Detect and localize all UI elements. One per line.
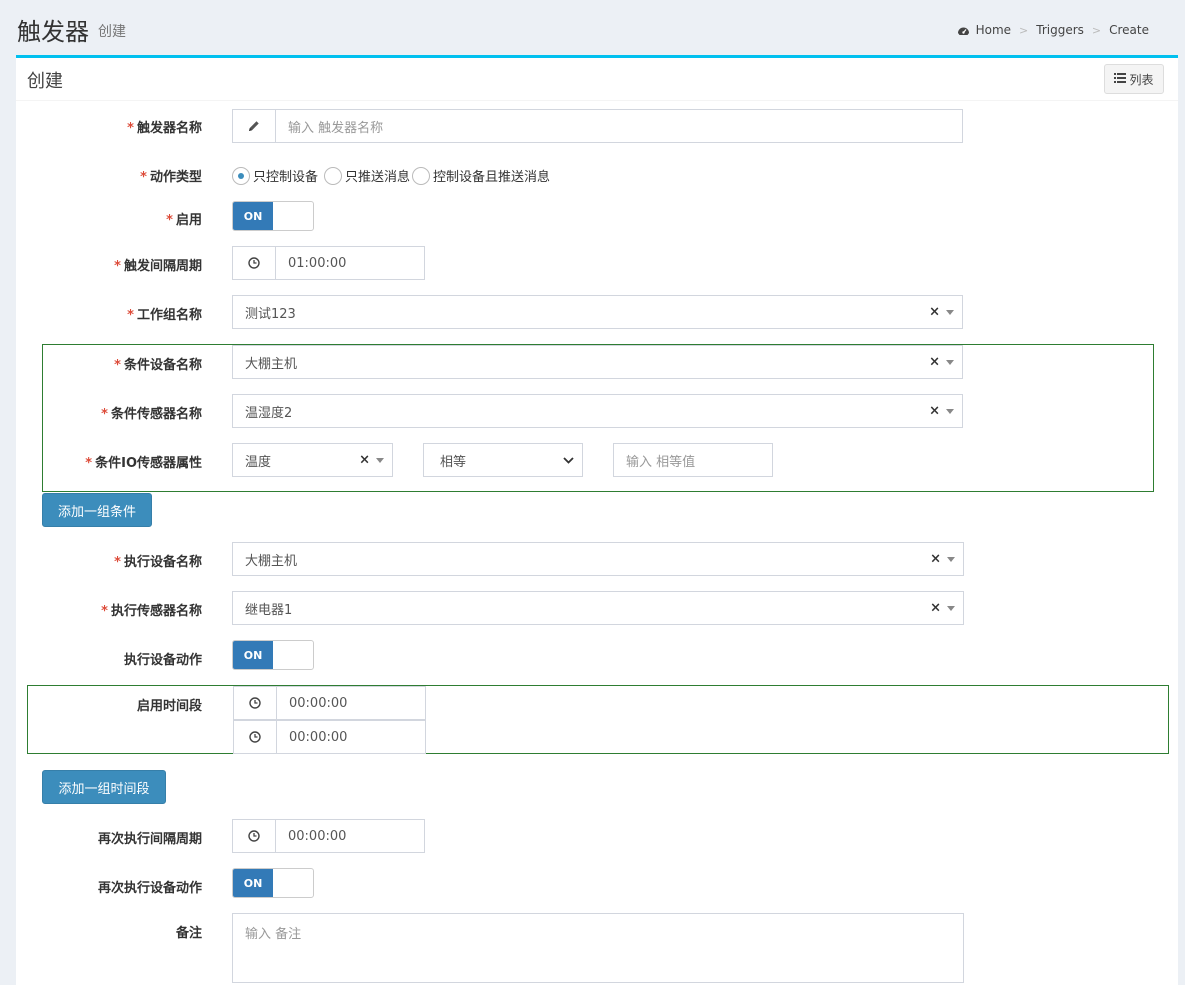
chevron-down-icon	[563, 453, 574, 468]
chevron-down-icon	[376, 458, 384, 463]
radio-label: 控制设备且推送消息	[433, 170, 551, 185]
exec-device-select[interactable]: 大棚主机 ×	[232, 542, 964, 576]
re-interval-label: 再次执行间隔周期	[97, 832, 202, 847]
clear-icon[interactable]: ×	[929, 305, 940, 320]
time-range-start-input[interactable]: 00:00:00	[233, 686, 426, 720]
exec-action-toggle[interactable]: ON	[232, 640, 314, 670]
exec-sensor-select[interactable]: 继电器1 ×	[232, 591, 964, 625]
condition-io-attr-value: 温度	[245, 454, 272, 470]
clock-icon	[233, 820, 276, 852]
exec-sensor-label: * 执行传感器名称	[101, 604, 202, 619]
clear-icon[interactable]: ×	[930, 601, 941, 616]
condition-sensor-select[interactable]: 温湿度2 ×	[232, 394, 963, 428]
page-title: 触发器	[17, 18, 89, 46]
clear-icon[interactable]: ×	[929, 355, 940, 370]
clock-icon	[233, 247, 276, 279]
chevron-down-icon	[947, 606, 955, 611]
clear-icon[interactable]: ×	[359, 453, 370, 468]
time-range-end-input[interactable]: 00:00:00	[233, 720, 426, 754]
condition-device-label: * 条件设备名称	[114, 358, 202, 373]
exec-device-label: * 执行设备名称	[114, 555, 202, 570]
enabled-toggle[interactable]: ON	[232, 201, 314, 231]
condition-io-label: * 条件IO传感器属性	[85, 456, 202, 471]
list-button-label: 列表	[1129, 72, 1154, 87]
page-subtitle: 创建	[98, 24, 126, 40]
add-time-range-button[interactable]: 添加一组时间段	[42, 770, 166, 804]
time-range-start-value: 00:00:00	[289, 695, 348, 711]
clear-icon[interactable]: ×	[929, 404, 940, 419]
list-icon	[1114, 72, 1127, 86]
radio-push-only[interactable]	[324, 166, 343, 185]
breadcrumb-create: Create	[1109, 23, 1149, 37]
re-action-label: 再次执行设备动作	[97, 881, 202, 896]
box-title: 创建	[27, 71, 63, 92]
workgroup-select[interactable]: 测试123 ×	[232, 295, 963, 329]
workgroup-value: 测试123	[245, 306, 296, 322]
breadcrumb-separator: >	[1019, 23, 1029, 37]
breadcrumb-separator: >	[1091, 23, 1102, 37]
re-interval-value: 00:00:00	[288, 828, 347, 844]
remark-textarea[interactable]: 输入 备注	[232, 913, 964, 983]
toggle-on-label: ON	[233, 202, 273, 230]
exec-device-value: 大棚主机	[245, 553, 298, 569]
trigger-name-label: * 触发器名称	[127, 121, 202, 136]
chevron-down-icon	[946, 310, 954, 315]
clock-icon	[234, 721, 277, 753]
time-range-end-value: 00:00:00	[289, 729, 348, 745]
condition-compare-input[interactable]: 输入 相等值	[613, 443, 773, 477]
condition-operator-value: 相等	[440, 454, 467, 470]
chevron-down-icon	[947, 557, 955, 562]
re-interval-input[interactable]: 00:00:00	[232, 819, 425, 853]
toggle-on-label: ON	[233, 869, 273, 897]
condition-sensor-value: 温湿度2	[245, 405, 293, 421]
interval-input[interactable]: 01:00:00	[232, 246, 425, 280]
re-action-toggle[interactable]: ON	[232, 868, 314, 898]
workgroup-label: * 工作组名称	[127, 308, 202, 323]
condition-device-select[interactable]: 大棚主机 ×	[232, 345, 963, 379]
chevron-down-icon	[946, 409, 954, 414]
clock-icon	[234, 687, 277, 719]
remark-placeholder: 输入 备注	[245, 927, 302, 942]
trigger-name-placeholder: 输入 触发器名称	[288, 120, 384, 136]
breadcrumb: Home > Triggers > Create	[957, 23, 1149, 37]
toggle-on-label: ON	[233, 641, 273, 669]
pencil-icon	[233, 110, 276, 142]
breadcrumb-home[interactable]: Home	[976, 23, 1011, 37]
condition-device-value: 大棚主机	[245, 356, 298, 372]
condition-sensor-label: * 条件传感器名称	[101, 407, 202, 422]
breadcrumb-triggers[interactable]: Triggers	[1036, 23, 1084, 37]
time-range-label: 启用时间段	[136, 699, 202, 714]
chevron-down-icon	[946, 360, 954, 365]
condition-io-attr-select[interactable]: 温度 ×	[232, 443, 393, 477]
interval-value: 01:00:00	[288, 255, 347, 271]
radio-control-and-push[interactable]	[412, 166, 431, 185]
radio-label: 只控制设备	[253, 170, 319, 185]
clear-icon[interactable]: ×	[930, 552, 941, 567]
list-button[interactable]: 列表	[1104, 64, 1164, 94]
radio-control-only[interactable]	[232, 166, 250, 185]
remark-label: 备注	[175, 926, 202, 941]
dashboard-icon	[957, 24, 970, 37]
action-type-radios: 只控制设备 只推送消息 控制设备且推送消息	[232, 166, 556, 185]
enabled-label: * 启用	[166, 213, 202, 228]
box-header: 创建 列表	[16, 58, 1178, 101]
add-condition-button[interactable]: 添加一组条件	[42, 493, 152, 527]
trigger-name-input[interactable]: 输入 触发器名称	[232, 109, 963, 143]
exec-sensor-value: 继电器1	[245, 602, 293, 618]
condition-operator-select[interactable]: 相等	[423, 443, 583, 477]
interval-label: * 触发间隔周期	[114, 259, 202, 274]
condition-compare-placeholder: 输入 相等值	[626, 454, 696, 470]
exec-action-label: 执行设备动作	[123, 653, 202, 668]
radio-label: 只推送消息	[345, 170, 411, 185]
action-type-label: * 动作类型	[140, 170, 202, 185]
